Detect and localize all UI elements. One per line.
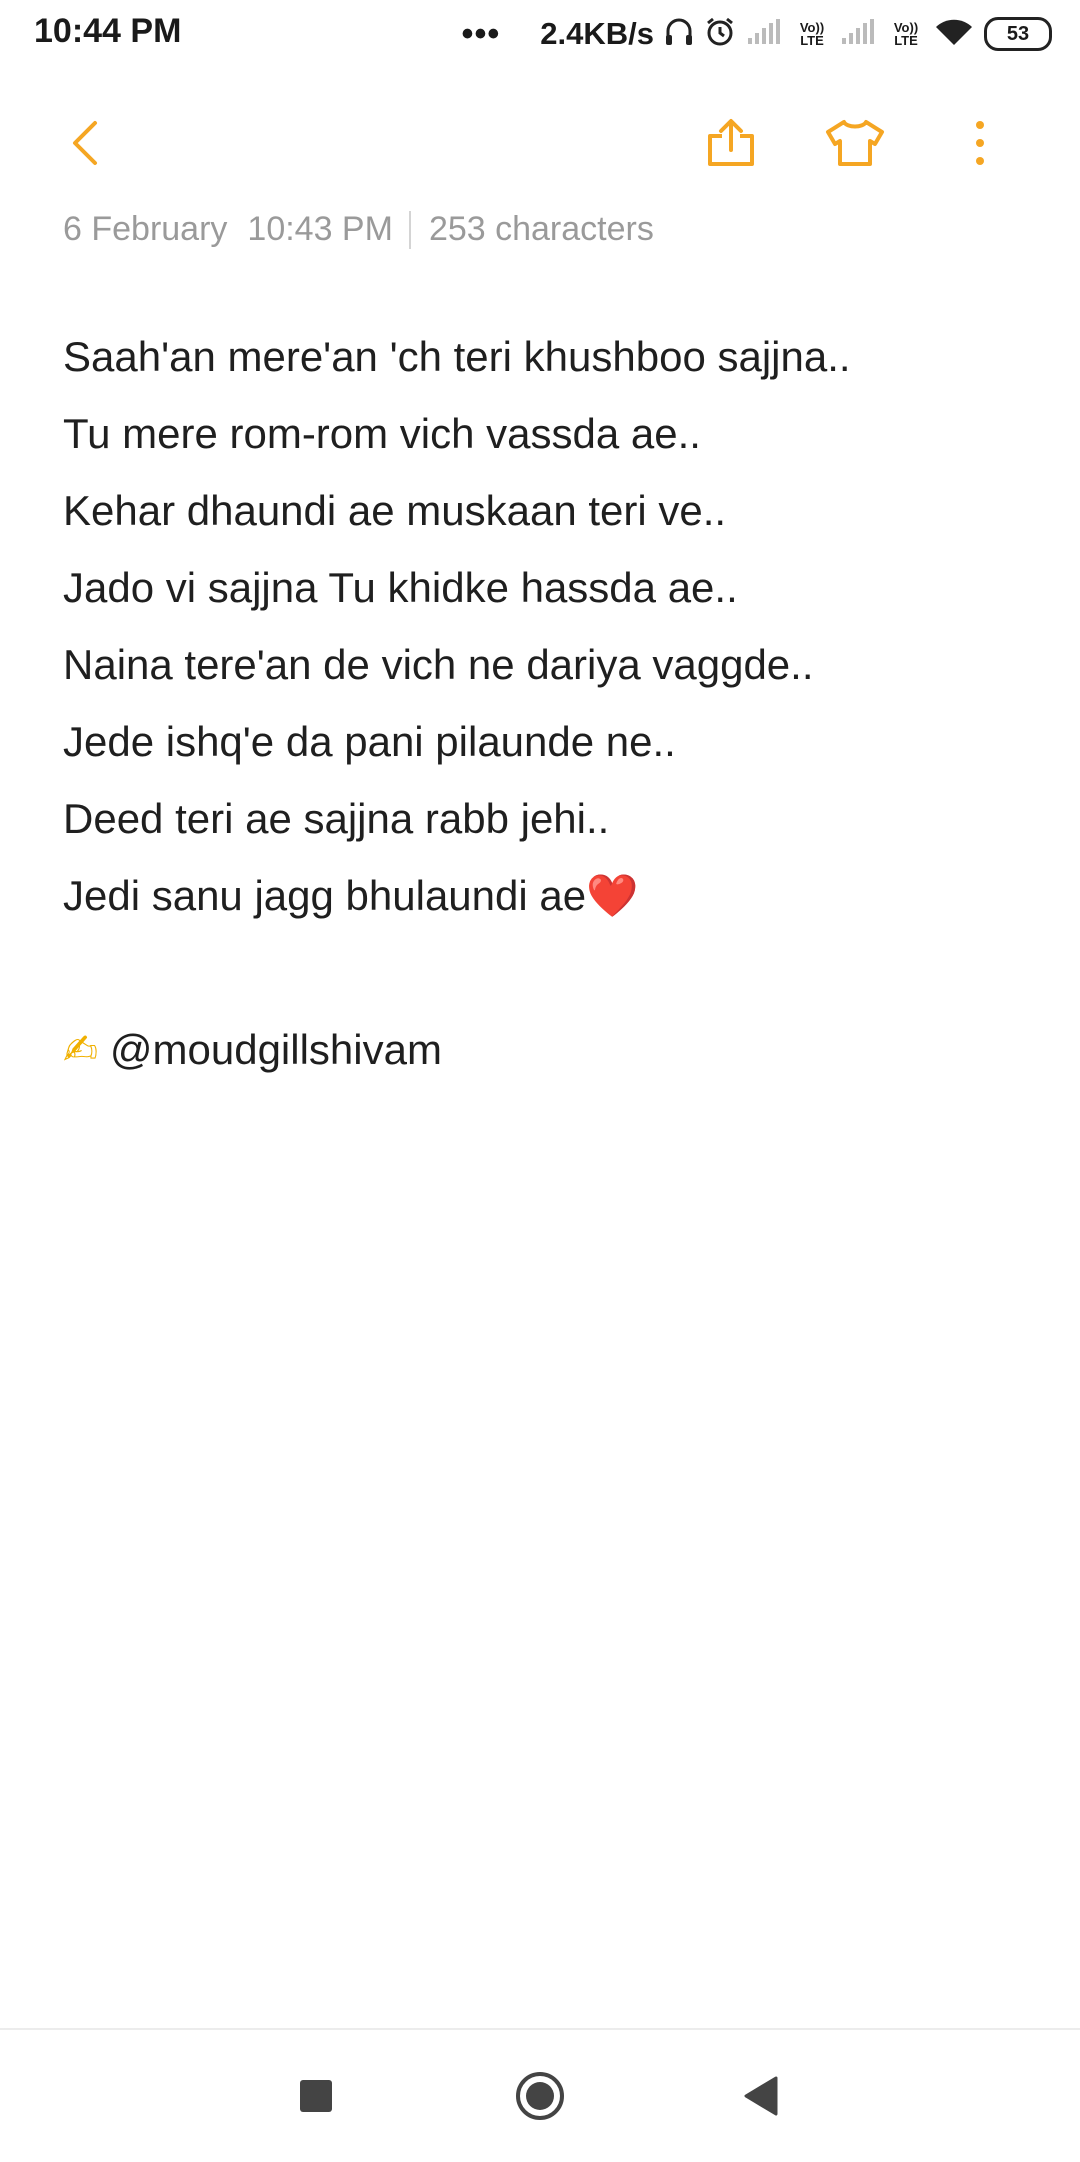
volte-icon: Vo)) LTE <box>893 20 919 48</box>
status-time: 10:44 PM <box>34 12 182 50</box>
volte-icon: Vo)) LTE <box>799 20 825 48</box>
battery-icon: 53 <box>984 17 1052 51</box>
note-time: 10:43 PM <box>247 210 393 248</box>
back-button[interactable] <box>50 110 120 180</box>
share-icon <box>704 116 758 175</box>
status-bar: 10:44 PM ••• 2.4KB/s Vo)) LTE Vo)) LTE 5… <box>0 0 1080 70</box>
back-triangle-icon <box>742 2076 778 2121</box>
meta-divider <box>408 210 411 249</box>
home-circle-icon <box>514 2070 566 2127</box>
note-toolbar <box>0 90 1080 190</box>
theme-button[interactable] <box>820 110 890 180</box>
signature-line: ✍ @moudgillshivam <box>63 1011 1023 1088</box>
writing-hand-emoji-icon: ✍ <box>63 1026 99 1073</box>
note-meta: 6 February 10:43 PM 253 characters <box>63 210 654 249</box>
note-line: Naina tere'an de vich ne dariya vaggde.. <box>63 641 814 688</box>
note-line-text: Jedi sanu jagg bhulaundi ae <box>63 872 587 919</box>
signal-icon <box>746 18 784 51</box>
share-button[interactable] <box>696 110 766 180</box>
more-notifications-icon: ••• <box>461 15 501 53</box>
note-line: Tu mere rom-rom vich vassda ae.. <box>63 410 701 457</box>
back-chevron-icon <box>65 118 105 173</box>
character-count: 253 characters <box>428 210 654 248</box>
heart-emoji-icon: ❤️ <box>586 872 639 919</box>
recents-button[interactable] <box>286 2068 346 2128</box>
more-vertical-icon <box>974 120 986 171</box>
note-line: Jede ishq'e da pani pilaunde ne.. <box>63 718 676 765</box>
signature-handle: @moudgillshivam <box>109 1026 442 1073</box>
note-date: 6 February <box>63 210 228 248</box>
home-button[interactable] <box>510 2068 570 2128</box>
network-speed: 2.4KB/s <box>540 16 654 51</box>
note-line: Deed teri ae sajjna rabb jehi.. <box>63 795 610 842</box>
note-line: Saah'an mere'an 'ch teri khushboo sajjna… <box>63 333 851 380</box>
headphones-icon <box>664 16 694 53</box>
recents-square-icon <box>298 2078 334 2119</box>
note-body[interactable]: Saah'an mere'an 'ch teri khushboo sajjna… <box>63 318 1023 1088</box>
system-navigation-bar <box>0 2028 1080 2162</box>
nav-back-button[interactable] <box>730 2068 790 2128</box>
note-line: Jado vi sajjna Tu khidke hassda ae.. <box>63 564 738 611</box>
signal-icon <box>840 18 878 51</box>
note-line: Kehar dhaundi ae muskaan teri ve.. <box>63 487 727 534</box>
theme-shirt-icon <box>824 118 886 173</box>
alarm-icon <box>704 16 736 53</box>
note-line-with-heart: Jedi sanu jagg bhulaundi ae❤️ <box>63 857 1023 934</box>
wifi-icon <box>934 17 974 52</box>
status-icons: ••• 2.4KB/s Vo)) LTE Vo)) LTE 53 <box>462 14 1052 54</box>
more-options-button[interactable] <box>945 110 1015 180</box>
